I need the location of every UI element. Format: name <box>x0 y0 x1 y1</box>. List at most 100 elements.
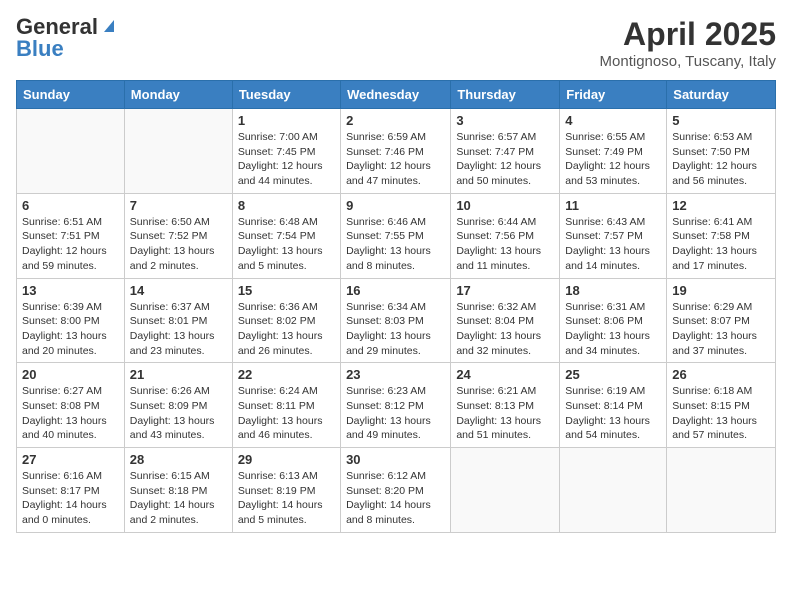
day-info: Sunrise: 6:41 AM Sunset: 7:58 PM Dayligh… <box>672 215 770 274</box>
calendar-day-cell: 6 Sunrise: 6:51 AM Sunset: 7:51 PM Daylig… <box>17 193 125 278</box>
day-info: Sunrise: 6:13 AM Sunset: 8:19 PM Dayligh… <box>238 469 335 528</box>
day-number: 20 <box>22 367 119 382</box>
calendar-day-cell <box>560 448 667 533</box>
day-number: 27 <box>22 452 119 467</box>
day-number: 10 <box>456 198 554 213</box>
day-number: 7 <box>130 198 227 213</box>
calendar-header-row: SundayMondayTuesdayWednesdayThursdayFrid… <box>17 81 776 109</box>
calendar-day-cell: 18 Sunrise: 6:31 AM Sunset: 8:06 PM Dayli… <box>560 278 667 363</box>
weekday-header: Monday <box>124 81 232 109</box>
day-number: 29 <box>238 452 335 467</box>
day-info: Sunrise: 6:18 AM Sunset: 8:15 PM Dayligh… <box>672 384 770 443</box>
calendar-day-cell <box>124 109 232 194</box>
calendar-day-cell: 14 Sunrise: 6:37 AM Sunset: 8:01 PM Dayli… <box>124 278 232 363</box>
calendar-day-cell: 8 Sunrise: 6:48 AM Sunset: 7:54 PM Daylig… <box>232 193 340 278</box>
day-info: Sunrise: 6:16 AM Sunset: 8:17 PM Dayligh… <box>22 469 119 528</box>
calendar-week-row: 13 Sunrise: 6:39 AM Sunset: 8:00 PM Dayli… <box>17 278 776 363</box>
calendar-table: SundayMondayTuesdayWednesdayThursdayFrid… <box>16 80 776 533</box>
logo-general-text: General <box>16 16 98 38</box>
day-number: 3 <box>456 113 554 128</box>
calendar-day-cell: 20 Sunrise: 6:27 AM Sunset: 8:08 PM Dayli… <box>17 363 125 448</box>
day-info: Sunrise: 6:59 AM Sunset: 7:46 PM Dayligh… <box>346 130 445 189</box>
day-info: Sunrise: 6:19 AM Sunset: 8:14 PM Dayligh… <box>565 384 661 443</box>
calendar-day-cell: 3 Sunrise: 6:57 AM Sunset: 7:47 PM Daylig… <box>451 109 560 194</box>
calendar-day-cell: 10Sunrise: 6:44 AM Sunset: 7:56 PM Dayli… <box>451 193 560 278</box>
title-block: April 2025 Montignoso, Tuscany, Italy <box>600 16 776 70</box>
day-info: Sunrise: 6:15 AM Sunset: 8:18 PM Dayligh… <box>130 469 227 528</box>
day-info: Sunrise: 6:46 AM Sunset: 7:55 PM Dayligh… <box>346 215 445 274</box>
day-number: 24 <box>456 367 554 382</box>
day-info: Sunrise: 6:55 AM Sunset: 7:49 PM Dayligh… <box>565 130 661 189</box>
day-info: Sunrise: 6:24 AM Sunset: 8:11 PM Dayligh… <box>238 384 335 443</box>
day-info: Sunrise: 6:36 AM Sunset: 8:02 PM Dayligh… <box>238 300 335 359</box>
day-info: Sunrise: 6:31 AM Sunset: 8:06 PM Dayligh… <box>565 300 661 359</box>
day-number: 17 <box>456 283 554 298</box>
day-info: Sunrise: 6:57 AM Sunset: 7:47 PM Dayligh… <box>456 130 554 189</box>
day-number: 21 <box>130 367 227 382</box>
day-number: 13 <box>22 283 119 298</box>
calendar-day-cell: 19 Sunrise: 6:29 AM Sunset: 8:07 PM Dayli… <box>667 278 776 363</box>
day-number: 23 <box>346 367 445 382</box>
day-number: 1 <box>238 113 335 128</box>
calendar-day-cell: 11 Sunrise: 6:43 AM Sunset: 7:57 PM Dayli… <box>560 193 667 278</box>
day-number: 6 <box>22 198 119 213</box>
day-number: 11 <box>565 198 661 213</box>
calendar-day-cell: 24 Sunrise: 6:21 AM Sunset: 8:13 PM Dayli… <box>451 363 560 448</box>
calendar-day-cell: 29 Sunrise: 6:13 AM Sunset: 8:19 PM Dayli… <box>232 448 340 533</box>
day-info: Sunrise: 6:21 AM Sunset: 8:13 PM Dayligh… <box>456 384 554 443</box>
calendar-day-cell: 25 Sunrise: 6:19 AM Sunset: 8:14 PM Dayli… <box>560 363 667 448</box>
page-header: General Blue April 2025 Montignoso, Tusc… <box>16 16 776 70</box>
calendar-title: April 2025 <box>600 16 776 53</box>
day-info: Sunrise: 6:23 AM Sunset: 8:12 PM Dayligh… <box>346 384 445 443</box>
calendar-day-cell: 27 Sunrise: 6:16 AM Sunset: 8:17 PM Dayli… <box>17 448 125 533</box>
day-info: Sunrise: 7:00 AM Sunset: 7:45 PM Dayligh… <box>238 130 335 189</box>
calendar-day-cell: 30 Sunrise: 6:12 AM Sunset: 8:20 PM Dayli… <box>341 448 451 533</box>
logo-triangle-icon <box>100 16 118 34</box>
logo-blue-text: Blue <box>16 38 64 60</box>
calendar-day-cell: 2 Sunrise: 6:59 AM Sunset: 7:46 PM Daylig… <box>341 109 451 194</box>
calendar-day-cell: 26 Sunrise: 6:18 AM Sunset: 8:15 PM Dayli… <box>667 363 776 448</box>
calendar-week-row: 27 Sunrise: 6:16 AM Sunset: 8:17 PM Dayli… <box>17 448 776 533</box>
day-info: Sunrise: 6:39 AM Sunset: 8:00 PM Dayligh… <box>22 300 119 359</box>
day-number: 22 <box>238 367 335 382</box>
day-number: 26 <box>672 367 770 382</box>
day-info: Sunrise: 6:37 AM Sunset: 8:01 PM Dayligh… <box>130 300 227 359</box>
calendar-day-cell: 13 Sunrise: 6:39 AM Sunset: 8:00 PM Dayli… <box>17 278 125 363</box>
logo: General Blue <box>16 16 118 60</box>
day-info: Sunrise: 6:53 AM Sunset: 7:50 PM Dayligh… <box>672 130 770 189</box>
weekday-header: Sunday <box>17 81 125 109</box>
day-number: 8 <box>238 198 335 213</box>
calendar-day-cell: 12 Sunrise: 6:41 AM Sunset: 7:58 PM Dayli… <box>667 193 776 278</box>
day-info: Sunrise: 6:48 AM Sunset: 7:54 PM Dayligh… <box>238 215 335 274</box>
calendar-day-cell: 16Sunrise: 6:34 AM Sunset: 8:03 PM Dayli… <box>341 278 451 363</box>
day-number: 12 <box>672 198 770 213</box>
day-number: 28 <box>130 452 227 467</box>
day-number: 19 <box>672 283 770 298</box>
calendar-week-row: 1 Sunrise: 7:00 AM Sunset: 7:45 PM Daylig… <box>17 109 776 194</box>
calendar-day-cell: 4 Sunrise: 6:55 AM Sunset: 7:49 PM Daylig… <box>560 109 667 194</box>
day-info: Sunrise: 6:50 AM Sunset: 7:52 PM Dayligh… <box>130 215 227 274</box>
weekday-header: Friday <box>560 81 667 109</box>
calendar-day-cell <box>17 109 125 194</box>
day-number: 9 <box>346 198 445 213</box>
day-info: Sunrise: 6:51 AM Sunset: 7:51 PM Dayligh… <box>22 215 119 274</box>
calendar-day-cell <box>451 448 560 533</box>
day-info: Sunrise: 6:29 AM Sunset: 8:07 PM Dayligh… <box>672 300 770 359</box>
day-number: 30 <box>346 452 445 467</box>
calendar-day-cell: 15Sunrise: 6:36 AM Sunset: 8:02 PM Dayli… <box>232 278 340 363</box>
day-number: 2 <box>346 113 445 128</box>
calendar-day-cell: 22 Sunrise: 6:24 AM Sunset: 8:11 PM Dayli… <box>232 363 340 448</box>
calendar-day-cell: 5Sunrise: 6:53 AM Sunset: 7:50 PM Daylig… <box>667 109 776 194</box>
calendar-day-cell: 1 Sunrise: 7:00 AM Sunset: 7:45 PM Daylig… <box>232 109 340 194</box>
day-info: Sunrise: 6:43 AM Sunset: 7:57 PM Dayligh… <box>565 215 661 274</box>
day-number: 4 <box>565 113 661 128</box>
day-info: Sunrise: 6:32 AM Sunset: 8:04 PM Dayligh… <box>456 300 554 359</box>
day-info: Sunrise: 6:26 AM Sunset: 8:09 PM Dayligh… <box>130 384 227 443</box>
day-info: Sunrise: 6:27 AM Sunset: 8:08 PM Dayligh… <box>22 384 119 443</box>
day-number: 25 <box>565 367 661 382</box>
calendar-day-cell: 7 Sunrise: 6:50 AM Sunset: 7:52 PM Daylig… <box>124 193 232 278</box>
day-info: Sunrise: 6:12 AM Sunset: 8:20 PM Dayligh… <box>346 469 445 528</box>
day-number: 14 <box>130 283 227 298</box>
day-number: 18 <box>565 283 661 298</box>
calendar-day-cell: 21 Sunrise: 6:26 AM Sunset: 8:09 PM Dayli… <box>124 363 232 448</box>
